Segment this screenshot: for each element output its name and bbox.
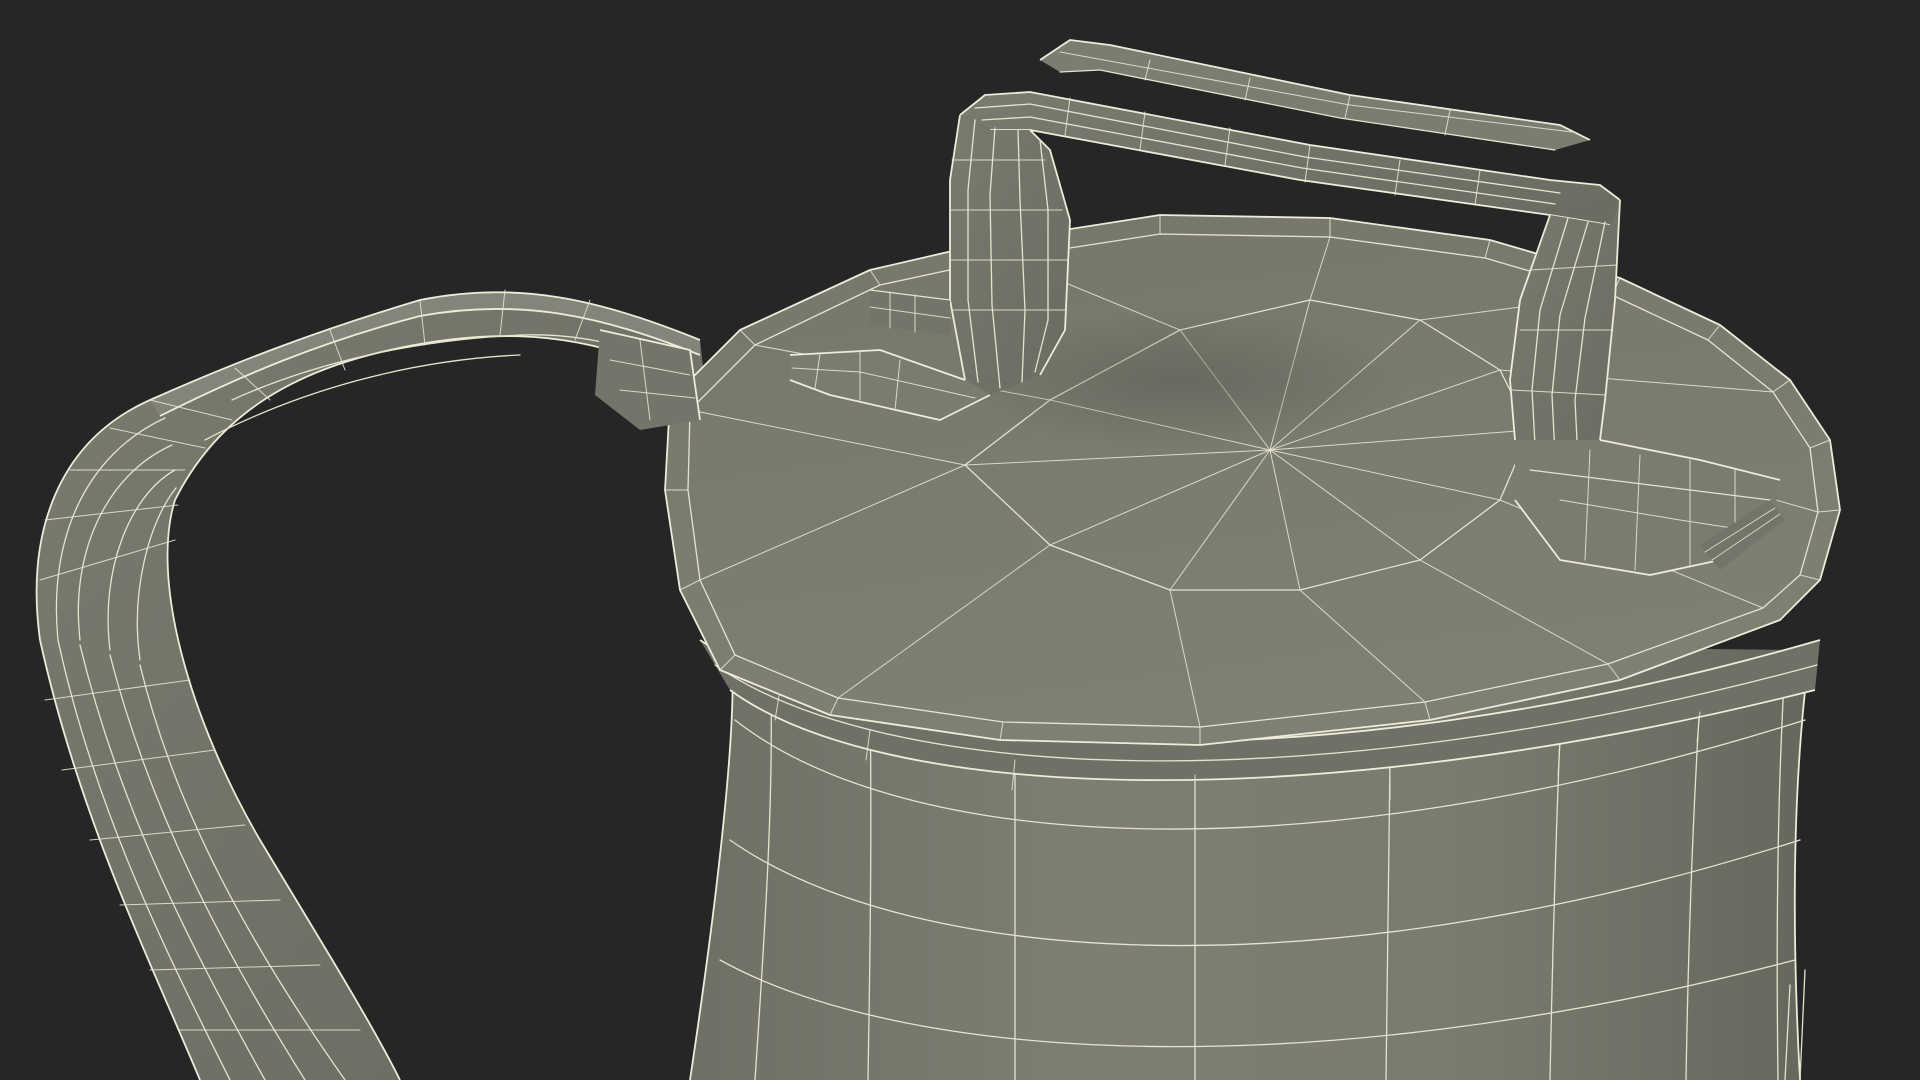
- render-viewport: [0, 0, 1920, 1080]
- wireframe-tankard-render: [35, 39, 1841, 1080]
- side-handle: [35, 289, 706, 1080]
